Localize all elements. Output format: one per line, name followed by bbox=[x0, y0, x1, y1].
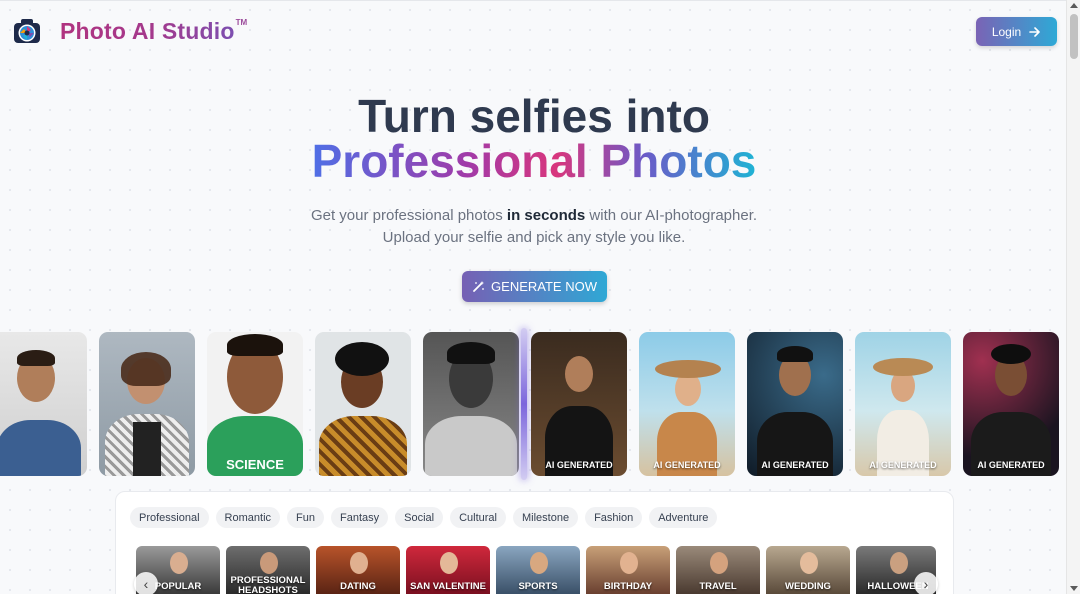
category-dating[interactable]: DATING bbox=[316, 546, 400, 594]
hero-subtitle-line2: Upload your selfie and pick any style yo… bbox=[382, 229, 686, 246]
camera-aperture-icon bbox=[14, 19, 40, 43]
ai-generated-photo: AI GENERATED bbox=[855, 332, 951, 476]
category-professional-headshots[interactable]: PROFESSIONAL HEADSHOTS bbox=[226, 546, 310, 594]
ai-generated-badge: AI GENERATED bbox=[545, 460, 613, 470]
chevron-right-icon: › bbox=[923, 576, 929, 592]
generate-now-button[interactable]: GENERATE NOW bbox=[462, 271, 607, 302]
ai-generated-photo: AI GENERATED bbox=[531, 332, 627, 476]
style-tag[interactable]: Milestone bbox=[513, 507, 579, 528]
category-sports[interactable]: SPORTS bbox=[496, 546, 580, 594]
category-san-valentine[interactable]: SAN VALENTINE bbox=[406, 546, 490, 594]
brand-name: Photo AI Studio bbox=[60, 17, 235, 44]
style-tag[interactable]: Fantasy bbox=[330, 507, 389, 528]
ai-generated-badge: AI GENERATED bbox=[761, 460, 829, 470]
trademark-mark: TM bbox=[235, 17, 248, 27]
category-label: HEADSHOTS bbox=[238, 585, 298, 594]
page-scrollbar[interactable] bbox=[1066, 0, 1080, 594]
carousel-prev-button[interactable]: ‹ bbox=[134, 572, 158, 594]
hero-subtitle-line1: Get your professional photos in seconds … bbox=[0, 205, 1068, 227]
logo[interactable]: Photo AI Studio TM bbox=[12, 16, 247, 46]
style-tag[interactable]: Cultural bbox=[450, 507, 506, 528]
ai-generated-photo: AI GENERATED bbox=[747, 332, 843, 476]
subtitle-bold: in seconds bbox=[506, 207, 586, 224]
ai-generated-photo: AI GENERATED bbox=[963, 332, 1059, 476]
style-tag[interactable]: Romantic bbox=[215, 507, 281, 528]
subtitle-post: with our AI-photographer. bbox=[585, 207, 758, 224]
before-after-slider-handle[interactable] bbox=[521, 328, 527, 480]
category-label: SPORTS bbox=[518, 581, 558, 592]
chevron-left-icon: ‹ bbox=[143, 576, 149, 592]
arrow-right-icon bbox=[1029, 26, 1040, 37]
selfie-photo: SCIENCE bbox=[207, 332, 303, 476]
selfie-photo bbox=[315, 332, 411, 476]
top-border bbox=[0, 0, 1080, 1]
ai-generated-badge: AI GENERATED bbox=[653, 460, 721, 470]
magic-wand-icon bbox=[473, 281, 485, 292]
scrollbar-thumb[interactable] bbox=[1070, 14, 1078, 59]
category-label: BIRTHDAY bbox=[603, 581, 653, 592]
category-label: WEDDING bbox=[785, 581, 831, 592]
category-label: SAN VALENTINE bbox=[410, 581, 486, 592]
hero-title-line1: Turn selfies into bbox=[358, 90, 710, 142]
style-tag-list: Professional Romantic Fun Fantasy Social… bbox=[130, 507, 718, 528]
selfie-photo bbox=[423, 332, 519, 476]
category-label: TRAVEL bbox=[699, 581, 737, 592]
generate-now-label: GENERATE NOW bbox=[491, 279, 597, 294]
scroll-down-icon[interactable] bbox=[1070, 586, 1078, 591]
category-travel[interactable]: TRAVEL bbox=[676, 546, 760, 594]
category-wedding[interactable]: WEDDING bbox=[766, 546, 850, 594]
login-button[interactable]: Login bbox=[976, 17, 1057, 46]
selfie-photo bbox=[99, 332, 195, 476]
category-birthday[interactable]: BIRTHDAY bbox=[586, 546, 670, 594]
login-label: Login bbox=[991, 24, 1022, 39]
hero-title-gradient: Professional Photos bbox=[311, 135, 757, 187]
subtitle-pre: Get your professional photos bbox=[310, 207, 507, 224]
ai-generated-photo: AI GENERATED bbox=[639, 332, 735, 476]
style-tag[interactable]: Social bbox=[395, 507, 444, 528]
style-tag[interactable]: Fun bbox=[287, 507, 324, 528]
scroll-up-icon[interactable] bbox=[1070, 3, 1078, 8]
shirt-text: SCIENCE bbox=[226, 457, 284, 472]
ai-generated-badge: AI GENERATED bbox=[869, 460, 937, 470]
category-label: DATING bbox=[340, 581, 376, 592]
style-tag[interactable]: Adventure bbox=[649, 507, 718, 528]
selfie-photo bbox=[0, 332, 87, 476]
category-carousel: POPULAR PROFESSIONAL HEADSHOTS DATING SA… bbox=[136, 546, 936, 594]
hero-title-line2: Professional Photos bbox=[0, 138, 1068, 184]
style-tag[interactable]: Fashion bbox=[585, 507, 643, 528]
style-tag[interactable]: Professional bbox=[130, 507, 209, 528]
ai-generated-badge: AI GENERATED bbox=[977, 460, 1045, 470]
carousel-next-button[interactable]: › bbox=[914, 572, 938, 594]
